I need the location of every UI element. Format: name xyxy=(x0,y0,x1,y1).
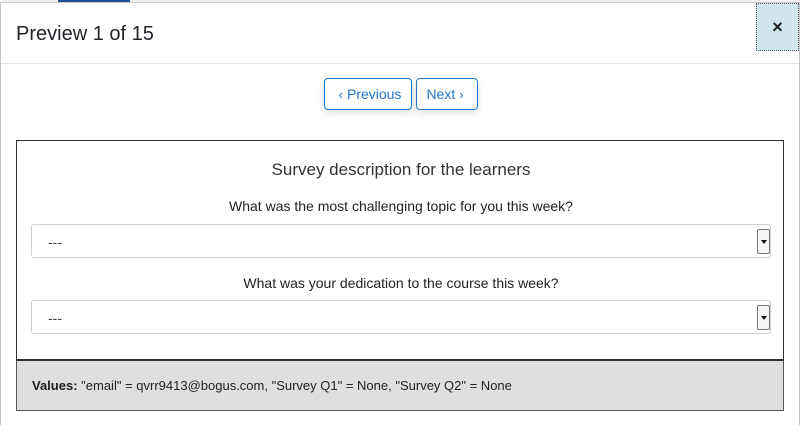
survey-panel: Survey description for the learners What… xyxy=(16,140,784,361)
values-bar: Values: "email" = qvrr9413@bogus.com, "S… xyxy=(16,361,784,411)
question-2-select[interactable]: --- xyxy=(31,300,771,334)
previous-label: Previous xyxy=(346,86,402,102)
previous-button[interactable]: ‹ Previous xyxy=(324,78,412,110)
dropdown-arrow-icon[interactable] xyxy=(757,229,770,254)
close-button[interactable]: × xyxy=(756,3,799,51)
chevron-left-icon: ‹ xyxy=(338,86,343,102)
question-2-label: What was your dedication to the course t… xyxy=(243,275,559,291)
next-label: Next xyxy=(426,86,456,102)
dropdown-arrow-icon[interactable] xyxy=(757,305,770,330)
values-prefix: Values: xyxy=(32,378,78,393)
question-1-selected-value: --- xyxy=(48,234,62,250)
modal-title: Preview 1 of 15 xyxy=(16,23,154,45)
modal-header: Preview 1 of 15 × xyxy=(1,3,799,64)
close-icon: × xyxy=(772,16,783,37)
values-text: Values: "email" = qvrr9413@bogus.com, "S… xyxy=(32,378,512,393)
pagination-nav: ‹ Previous Next › xyxy=(324,78,478,110)
question-1-label: What was the most challenging topic for … xyxy=(229,198,573,214)
preview-modal: Preview 1 of 15 × ‹ Previous Next › Surv… xyxy=(0,2,800,425)
next-button[interactable]: Next › xyxy=(416,78,478,110)
chevron-right-icon: › xyxy=(459,86,464,102)
values-content: "email" = qvrr9413@bogus.com, "Survey Q1… xyxy=(81,378,512,393)
survey-title: Survey description for the learners xyxy=(271,160,531,179)
question-2-selected-value: --- xyxy=(48,310,62,326)
question-1-select[interactable]: --- xyxy=(31,224,771,258)
